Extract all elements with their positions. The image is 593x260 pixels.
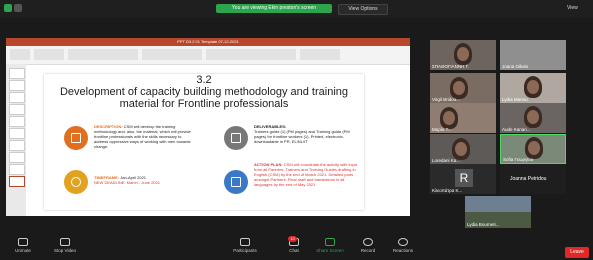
ribbon-slides-group[interactable] [34, 49, 64, 60]
ppt-ribbon [6, 46, 410, 65]
view-options-button[interactable]: View Options [338, 4, 388, 15]
participant-name: Lydia Bourneti... [467, 222, 500, 227]
microphone-muted-icon [18, 238, 28, 246]
participant-tile[interactable]: Lydia Bourneti... [465, 196, 531, 228]
stop-video-button[interactable]: Stop Video [48, 238, 82, 253]
record-button[interactable]: Record [356, 238, 380, 253]
participant-name: Lydia Manou [502, 97, 528, 102]
ribbon-paragraph-group[interactable] [142, 49, 202, 60]
slide-thumbnail-active[interactable] [9, 176, 25, 187]
top-bar: You are viewing Ekin preston's screen Vi… [0, 0, 593, 18]
share-screen-button[interactable]: Share Screen [314, 238, 346, 253]
participant-name: ΣΠΑΘΟΓΙΑΝΝΗ Γ. [432, 64, 469, 69]
slide-thumbnail[interactable] [9, 164, 25, 175]
participant-tile[interactable]: Loredani Ka... [430, 134, 496, 164]
ribbon-editing-group[interactable] [300, 49, 340, 60]
participant-tile[interactable]: Joana Oibeis [500, 40, 566, 70]
participant-tile[interactable]: ΣΠΑΘΟΓΙΑΝΝΗ Γ. [430, 40, 496, 70]
participant-name: Loredani Ka... [432, 158, 461, 163]
stop-video-label: Stop Video [54, 248, 76, 253]
timeframe-block: TIMEFRAME: Jan-April 2021 NEW DEADLINE: … [94, 175, 204, 185]
action-plan-block: ACTION PLAN: CSM will coordinate the act… [254, 162, 358, 187]
record-icon [363, 238, 373, 246]
participant-name: Aude Kanan... [502, 127, 531, 132]
participant-name: Joana Oibeis [502, 64, 529, 69]
participant-name: Joanna Petridou [510, 176, 547, 182]
clock-icon [64, 170, 88, 194]
participant-tile[interactable]: Μαρία Τ... [430, 103, 496, 133]
info-icon[interactable] [14, 4, 22, 12]
shared-powerpoint-window: PPT D3.2 01 Template 07-12-2021 3.2 Deve… [6, 38, 410, 216]
reactions-label: Reactions [392, 248, 413, 253]
smiley-icon [398, 238, 408, 246]
end-meeting-button[interactable]: Leave [565, 247, 589, 258]
participant-tile-active-speaker[interactable]: Sofia Γεωργίου [500, 134, 566, 164]
participants-label: Participants [233, 248, 257, 253]
participant-name: Virgil Bridou... [432, 97, 460, 102]
chat-label: Chat [289, 248, 299, 253]
participant-name: Κλεοπάτρα Κ... [432, 188, 463, 193]
deliverables-block: DELIVERABLES: Trainers guide (1) (PM pag… [254, 124, 354, 144]
chat-unread-badge: 10 [288, 236, 297, 242]
reactions-button[interactable]: Reactions [388, 238, 418, 253]
view-button[interactable]: View [567, 5, 578, 11]
participant-tile[interactable]: Virgil Bridou... [430, 73, 496, 103]
slide-heading: Development of capacity building methodo… [59, 86, 348, 110]
security-shield-icon[interactable] [4, 4, 12, 12]
participant-name: Sofia Γεωργίου [503, 157, 534, 162]
participant-tile[interactable]: Aude Kanan... [500, 103, 566, 133]
ribbon-paste-icon[interactable] [10, 49, 30, 60]
meeting-controls: Unmute Stop Video Participants 10 Chat S… [0, 236, 593, 260]
record-label: Record [360, 248, 376, 253]
slide-thumbnail[interactable] [9, 92, 25, 103]
participant-tile[interactable]: R Κλεοπάτρα Κ... [430, 164, 496, 194]
slide-thumbnail[interactable] [9, 68, 25, 79]
slide-thumbnail[interactable] [9, 104, 25, 115]
new-deadline-text: NEW DEADLINE: March - June 2021 [94, 180, 161, 185]
ribbon-font-group[interactable] [68, 49, 138, 60]
description-block: DESCRIPTION: CSM will develop the traini… [94, 124, 194, 149]
slide-thumbnail[interactable] [9, 140, 25, 151]
share-screen-label: Share Screen [316, 248, 344, 253]
slide-thumbnails [6, 64, 26, 216]
deliverables-text: Trainers guide (1) (PM pages) and Traini… [254, 129, 350, 144]
participant-name: Μαρία Τ... [432, 127, 452, 132]
unmute-label: Unmute [15, 248, 31, 253]
participants-button[interactable]: Participants [228, 238, 262, 253]
chat-button[interactable]: 10 Chat [282, 236, 306, 253]
slide-number: 3.2 [196, 74, 212, 86]
checklist-icon [224, 170, 248, 194]
ppt-title-bar: PPT D3.2 01 Template 07-12-2021 [6, 38, 410, 46]
ribbon-drawing-group[interactable] [206, 49, 296, 60]
participant-tile[interactable]: Lydia Manou [500, 73, 566, 103]
participants-icon [240, 238, 250, 246]
slide-thumbnail[interactable] [9, 128, 25, 139]
camera-icon [60, 238, 70, 246]
slide-canvas: 3.2 Development of capacity building met… [44, 74, 364, 210]
slide-thumbnail[interactable] [9, 152, 25, 163]
unmute-button[interactable]: Unmute [8, 238, 38, 253]
participant-tile[interactable]: Joanna Petridou [500, 164, 566, 194]
document-icon [224, 126, 248, 150]
share-screen-icon [325, 238, 335, 246]
slide-thumbnail[interactable] [9, 116, 25, 127]
avatar: R [455, 169, 473, 187]
screen-share-banner: You are viewing Ekin preston's screen [216, 4, 332, 13]
slide-thumbnail[interactable] [9, 80, 25, 91]
presentation-icon [64, 126, 88, 150]
